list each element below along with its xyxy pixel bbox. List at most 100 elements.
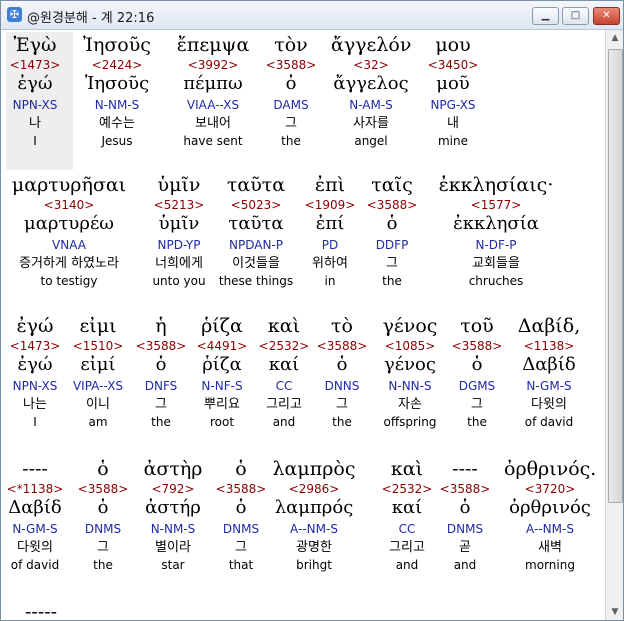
word-parse: N-NM-S xyxy=(150,522,196,536)
word-column[interactable]: ταῖς <3588> ὁ DDFP 그 the xyxy=(365,173,419,293)
word-english: chruches xyxy=(468,274,524,288)
word-strong: <3588> xyxy=(135,339,187,353)
word-lemma: καί xyxy=(391,497,423,518)
word-column[interactable]: ὁ <3588> ὁ DNMS 그 that xyxy=(213,457,269,577)
word-lemma: πέμπω xyxy=(183,73,243,94)
maximize-button[interactable]: □ xyxy=(562,7,589,25)
verse-line: ἐγώ <1473> ἐγώ NPN-XS 나는 Iεἰμι <1510> εἰμί VIPA-… xyxy=(1,314,605,436)
word-korean: 뿌리요 xyxy=(204,397,240,412)
scroll-down-icon[interactable]: ▼ xyxy=(607,604,623,620)
word-column[interactable]: ὁ <3588> ὁ DNMS 그 the xyxy=(72,457,134,577)
word-parse: VIPA--XS xyxy=(72,379,124,393)
word-strong: <1510> xyxy=(72,339,124,353)
verse-line: ---- <*1138> Δαβίδ N-GM-S 다윗의 of david ὁ <3588>… xyxy=(1,457,605,579)
word-english: angel xyxy=(354,134,388,148)
word-english: the xyxy=(467,415,487,429)
word-strong: <792> xyxy=(151,482,195,496)
word-lemma: μαρτυρέω xyxy=(24,213,114,234)
word-lemma: ὁ xyxy=(155,354,167,375)
minimize-button[interactable]: ▁ xyxy=(532,7,559,25)
word-column[interactable]: λαμπρὸς <2986> λαμπρός A--NM-S 광명한 brihgt xyxy=(269,457,359,577)
word-greek: ---- xyxy=(22,458,48,480)
word-strong: <1577> xyxy=(470,198,522,212)
vertical-scrollbar[interactable]: ▲ ▼ xyxy=(605,30,623,620)
word-parse: N-NF-S xyxy=(201,379,243,393)
word-column[interactable]: ἄγγελόν <32> ἄγγελος N-AM-S 사자를 angel xyxy=(331,33,411,153)
scroll-thumb[interactable] xyxy=(608,49,623,503)
word-strong: <3992> xyxy=(187,58,239,72)
interlinear-view[interactable]: ----- Ἐγὼ <1473> ἐγώ NPN-XS 나 I Ἰησοῦς <2424> Ἰη… xyxy=(1,30,605,620)
word-column[interactable]: ἡ <3588> ὁ DNFS 그 the xyxy=(133,314,189,434)
word-english: morning xyxy=(525,558,575,572)
word-strong: <2986> xyxy=(288,482,340,496)
word-lemma: ὁ xyxy=(235,497,247,518)
word-greek: καὶ xyxy=(390,458,424,480)
word-korean: 다윗의 xyxy=(531,397,567,412)
word-english: and xyxy=(272,415,296,429)
word-column[interactable]: Ἐγὼ <1473> ἐγώ NPN-XS 나 I xyxy=(2,33,68,153)
word-column[interactable]: εἰμι <1510> εἰμί VIPA--XS 이니 am xyxy=(66,314,130,434)
window-title: @원경분해 - 계 22:16 xyxy=(27,11,155,26)
word-column[interactable]: καὶ <2532> καί CC 그리고 and xyxy=(255,314,313,434)
title-bar[interactable]: ✠ @원경분해 - 계 22:16 ▁ □ ✕ xyxy=(1,1,623,30)
word-greek: τὸ xyxy=(331,315,353,337)
word-column[interactable]: τοῦ <3588> ὁ DGMS 그 the xyxy=(449,314,505,434)
word-greek: Ἰησοῦς xyxy=(83,34,151,56)
word-lemma: ἀστήρ xyxy=(145,497,201,518)
word-strong: <3720> xyxy=(524,482,576,496)
word-parse: NPN-XS xyxy=(12,379,58,393)
word-column[interactable]: ---- <3588> ὁ DNMS 곧 and xyxy=(439,457,491,577)
word-greek: ὁ xyxy=(97,458,109,480)
word-korean: 예수는 xyxy=(99,116,135,131)
word-korean: 내 xyxy=(447,116,459,131)
word-greek: Δαβίδ, xyxy=(517,315,581,337)
word-column[interactable]: τὸν <3588> ὁ DAMS 그 the xyxy=(261,33,321,153)
word-column[interactable]: ῥίζα <4491> ῥίζα N-NF-S 뿌리요 root xyxy=(192,314,252,434)
word-english: the xyxy=(281,134,301,148)
word-strong: <3588> xyxy=(77,482,129,496)
word-column[interactable]: μου <3450> μοῦ NPG-XS 내 mine xyxy=(418,33,488,153)
scroll-up-icon[interactable]: ▲ xyxy=(607,30,623,46)
word-column[interactable]: Ἰησοῦς <2424> Ἰησοῦς N-NM-S 예수는 Jesus xyxy=(75,33,159,153)
word-lemma: καί xyxy=(268,354,300,375)
word-parse: DNFS xyxy=(144,379,178,393)
word-korean: 그 xyxy=(386,256,398,271)
word-strong: <2532> xyxy=(381,482,433,496)
word-parse: VNAA xyxy=(52,238,86,252)
bible-app-icon[interactable]: ✠ xyxy=(7,7,22,22)
word-column[interactable]: ὀρθρινός. <3720> ὀρθρινός A--NM-S 새벽 morning xyxy=(504,457,596,577)
word-korean: 나는 xyxy=(23,397,47,412)
word-strong: <1138> xyxy=(523,339,575,353)
word-strong: <4491> xyxy=(196,339,248,353)
word-korean: 그 xyxy=(97,540,109,555)
word-lemma: ὁ xyxy=(471,354,483,375)
word-english: mine xyxy=(437,134,468,148)
word-column[interactable]: μαρτυρῆσαι <3140> μαρτυρέω VNAA 증거하게 하였노라 to … xyxy=(5,173,133,293)
word-korean: 별이라 xyxy=(155,540,191,555)
word-column[interactable]: τὸ <3588> ὁ DNNS 그 the xyxy=(315,314,369,434)
word-column[interactable]: γένος <1085> γένος N-NN-S 자손 offspring xyxy=(376,314,444,434)
word-english: to testigy xyxy=(40,274,98,288)
word-strong: <3588> xyxy=(451,339,503,353)
word-lemma: ὀρθρινός xyxy=(509,497,591,518)
word-column[interactable]: ἐπὶ <1909> ἐπί PD 위하여 in xyxy=(303,173,357,293)
word-column[interactable]: ἐγώ <1473> ἐγώ NPN-XS 나는 I xyxy=(4,314,66,434)
close-button[interactable]: ✕ xyxy=(593,7,620,25)
word-column[interactable]: ---- <*1138> Δαβίδ N-GM-S 다윗의 of david xyxy=(5,457,65,577)
word-column[interactable]: ἔπεμψα <3992> πέμπω VIAA--XS 보내어 have sent xyxy=(167,33,259,153)
word-column[interactable]: ἀστὴρ <792> ἀστήρ N-NM-S 별이라 star xyxy=(139,457,207,577)
word-column[interactable]: ταῦτα <5023> ταῦτα NPDAN-P 이것들을 these things xyxy=(210,173,302,293)
word-column[interactable]: καὶ <2532> καί CC 그리고 and xyxy=(377,457,437,577)
word-korean: 광명한 xyxy=(296,540,332,555)
word-column[interactable]: Δαβίδ, <1138> Δαβίδ N-GM-S 다윗의 of david xyxy=(513,314,585,434)
word-column[interactable]: ἐκκλησίαις· <1577> ἐκκλησία N-DF-P 교회들을 chruc… xyxy=(436,173,556,293)
word-korean: 교회들을 xyxy=(472,256,520,271)
continuation-text: ----- xyxy=(25,601,58,620)
word-parse: DGMS xyxy=(458,379,496,393)
word-lemma: γένος xyxy=(384,354,436,375)
word-korean: 그리고 xyxy=(389,540,425,555)
word-lemma: ἄγγελος xyxy=(333,73,409,94)
word-parse: VIAA--XS xyxy=(186,98,240,112)
word-korean: 새벽 xyxy=(538,540,562,555)
word-lemma: ὁ xyxy=(459,497,471,518)
